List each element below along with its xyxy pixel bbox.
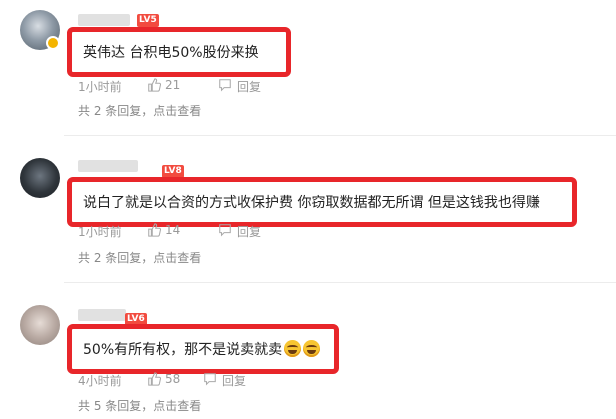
reply-label[interactable]: 回复: [237, 78, 261, 95]
view-replies-link[interactable]: 共 2 条回复，点击查看: [78, 249, 201, 266]
like-button[interactable]: [147, 223, 162, 240]
comment-bubble-icon: [219, 79, 231, 92]
view-replies-link[interactable]: 共 5 条回复，点击查看: [78, 397, 201, 414]
verified-badge-icon: [46, 36, 60, 50]
like-count: 58: [165, 372, 181, 386]
comment-text: 说白了就是以合资的方式收保护费 你窃取数据都无所谓 但是这钱我也得赚: [83, 195, 540, 211]
like-count: 21: [165, 78, 181, 92]
like-button[interactable]: [147, 372, 162, 389]
comment-bubble-icon: [204, 373, 216, 386]
comment-time: 1小时前: [78, 80, 122, 94]
laughing-tears-emoji-icon: [303, 340, 321, 357]
thumbs-up-icon: [148, 78, 162, 92]
divider: [64, 282, 616, 283]
username-blurred[interactable]: [78, 309, 126, 321]
comment-text-box: 50%有所有权，那不是说卖就卖: [67, 324, 339, 374]
comment-text-box: 说白了就是以合资的方式收保护费 你窃取数据都无所谓 但是这钱我也得赚: [67, 177, 577, 227]
level-badge: LV5: [137, 14, 159, 27]
comment-time: 4小时前: [78, 374, 122, 388]
comment-text: 英伟达 台积电50%股份来换: [83, 45, 259, 61]
comment-text-box: 英伟达 台积电50%股份来换: [67, 27, 291, 77]
reply-button[interactable]: [218, 223, 232, 240]
like-button[interactable]: [147, 78, 162, 95]
username-blurred[interactable]: [78, 14, 130, 26]
thumbs-up-icon: [148, 223, 162, 237]
avatar[interactable]: [20, 158, 60, 198]
comment-time: 1小时前: [78, 225, 122, 239]
thumbs-up-icon: [148, 372, 162, 386]
reply-button[interactable]: [203, 372, 217, 389]
reply-button[interactable]: [218, 78, 232, 95]
avatar[interactable]: [20, 305, 60, 345]
like-count: 14: [165, 223, 181, 237]
comment-text-wrap: 50%有所有权，那不是说卖就卖: [83, 339, 321, 359]
comment-text: 50%有所有权，那不是说卖就卖: [83, 342, 283, 358]
comment-bubble-icon: [219, 224, 231, 237]
reply-label[interactable]: 回复: [222, 372, 246, 389]
divider: [64, 135, 616, 136]
laughing-tears-emoji-icon: [284, 340, 302, 357]
reply-label[interactable]: 回复: [237, 223, 261, 240]
username-blurred[interactable]: [78, 160, 138, 172]
view-replies-link[interactable]: 共 2 条回复，点击查看: [78, 102, 201, 119]
